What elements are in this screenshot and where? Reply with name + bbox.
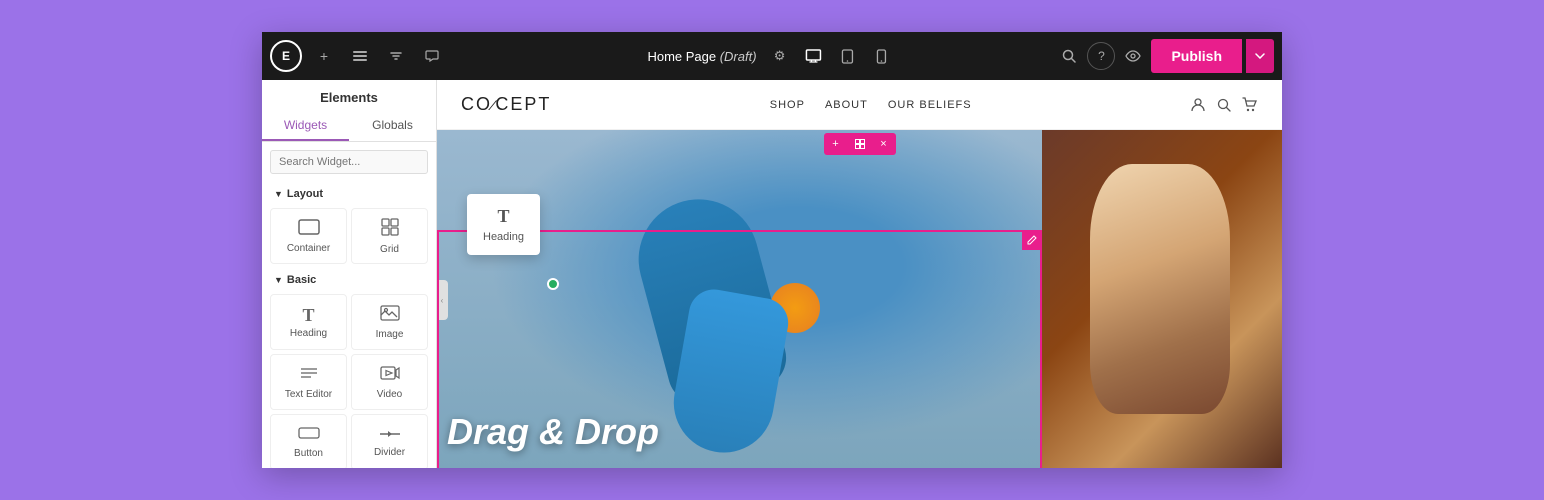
drag-widget-label: Heading — [483, 231, 524, 243]
widget-button[interactable]: Button — [270, 414, 347, 468]
site-nav-links: SHOP ABOUT OUR BELIEFS — [770, 99, 972, 111]
sidebar-collapse-handle[interactable]: ‹ — [437, 280, 448, 320]
widget-heading[interactable]: T Heading — [270, 294, 347, 350]
comments-button[interactable] — [418, 42, 446, 70]
widget-text-editor[interactable]: Text Editor — [270, 354, 347, 410]
page-settings-icons: ⚙ — [765, 42, 897, 70]
layers-button[interactable] — [346, 42, 374, 70]
layout-widget-grid: Container Grid — [262, 204, 436, 268]
widget-image[interactable]: Image — [351, 294, 428, 350]
image-label: Image — [376, 329, 404, 340]
site-preview: CO∕CEPT SHOP ABOUT OUR BELIEFS — [437, 80, 1282, 468]
nav-our-beliefs: OUR BELIEFS — [888, 99, 972, 111]
basic-section-title: ▼ Basic — [262, 268, 436, 290]
widget-video[interactable]: Video — [351, 354, 428, 410]
heading-label: Heading — [290, 328, 327, 339]
tab-globals[interactable]: Globals — [349, 111, 436, 141]
grid-label: Grid — [380, 244, 399, 255]
container-icon — [298, 219, 320, 239]
widget-divider[interactable]: Divider — [351, 414, 428, 468]
tablet-view-button[interactable] — [833, 42, 863, 70]
tab-widgets[interactable]: Widgets — [262, 111, 349, 141]
drag-widget-overlay[interactable]: T Heading — [467, 194, 540, 255]
topbar-right: ? Publish — [1055, 39, 1274, 73]
divider-icon — [379, 427, 401, 443]
preview-button[interactable] — [1119, 42, 1147, 70]
customize-button[interactable] — [382, 42, 410, 70]
publish-dropdown-button[interactable] — [1246, 39, 1274, 73]
site-nav-icons — [1190, 97, 1258, 113]
portrait-face — [1090, 164, 1230, 414]
container-label: Container — [287, 243, 330, 254]
hero-right-panel — [1042, 130, 1282, 468]
section-grid-button[interactable] — [848, 133, 872, 155]
topbar-center: CONCEPT Home Page (Draft) ⚙ — [647, 42, 896, 70]
grid-icon — [381, 218, 399, 240]
widget-grid[interactable]: Grid — [351, 208, 428, 264]
basic-widget-grid: T Heading Image — [262, 290, 436, 468]
widget-container[interactable]: Container — [270, 208, 347, 264]
site-nav: CO∕CEPT SHOP ABOUT OUR BELIEFS — [437, 80, 1282, 130]
section-close-button[interactable]: × — [872, 133, 896, 155]
section-add-button[interactable]: + — [824, 133, 848, 155]
divider-label: Divider — [374, 447, 405, 458]
drag-drop-text-container: Drag & Drop — [447, 414, 1032, 450]
text-editor-icon — [299, 365, 319, 385]
cart-icon — [1242, 97, 1258, 113]
search-nav-icon — [1216, 97, 1232, 113]
basic-arrow-icon: ▼ — [274, 275, 283, 285]
editor-wrapper: E + CONCEPT Home Page (Draft) — [262, 32, 1282, 468]
publish-button[interactable]: Publish — [1151, 39, 1242, 73]
desktop-view-button[interactable] — [799, 42, 829, 70]
button-label: Button — [294, 448, 323, 459]
hero-left-panel: T Heading — [437, 130, 1042, 468]
help-button[interactable]: ? — [1087, 42, 1115, 70]
drag-cursor-indicator — [547, 278, 559, 290]
add-element-button[interactable]: + — [310, 42, 338, 70]
video-label: Video — [377, 389, 402, 400]
sidebar-header: Elements — [262, 80, 436, 111]
heading-widget-icon: T — [497, 206, 509, 227]
mobile-view-button[interactable] — [867, 42, 897, 70]
button-icon — [298, 426, 320, 444]
topbar: E + CONCEPT Home Page (Draft) — [262, 32, 1282, 80]
search-button[interactable] — [1055, 42, 1083, 70]
layout-section-title: ▼ Layout — [262, 182, 436, 204]
video-icon — [380, 365, 400, 385]
hero-section: + × — [437, 130, 1282, 468]
page-settings-button[interactable]: ⚙ — [765, 42, 795, 70]
layout-arrow-icon: ▼ — [274, 189, 283, 199]
nav-about: ABOUT — [825, 99, 868, 111]
site-logo: CO∕CEPT — [461, 94, 551, 115]
sidebar: Elements Widgets Globals ▼ Layout Contai… — [262, 80, 437, 468]
image-icon — [380, 305, 400, 325]
drag-drop-text: Drag & Drop — [447, 414, 1032, 450]
main-content: Elements Widgets Globals ▼ Layout Contai… — [262, 80, 1282, 468]
widget-search-input[interactable] — [270, 150, 428, 174]
user-icon — [1190, 97, 1206, 113]
text-editor-label: Text Editor — [285, 389, 332, 400]
heading-icon: T — [302, 306, 314, 324]
section-toolbar: + × — [824, 133, 896, 155]
hero-portrait-image — [1042, 130, 1282, 468]
canvas-area: CO∕CEPT SHOP ABOUT OUR BELIEFS — [437, 80, 1282, 468]
page-title: CONCEPT Home Page (Draft) — [647, 49, 756, 64]
sidebar-tabs: Widgets Globals — [262, 111, 436, 142]
nav-shop: SHOP — [770, 99, 805, 111]
elementor-logo[interactable]: E — [270, 40, 302, 72]
